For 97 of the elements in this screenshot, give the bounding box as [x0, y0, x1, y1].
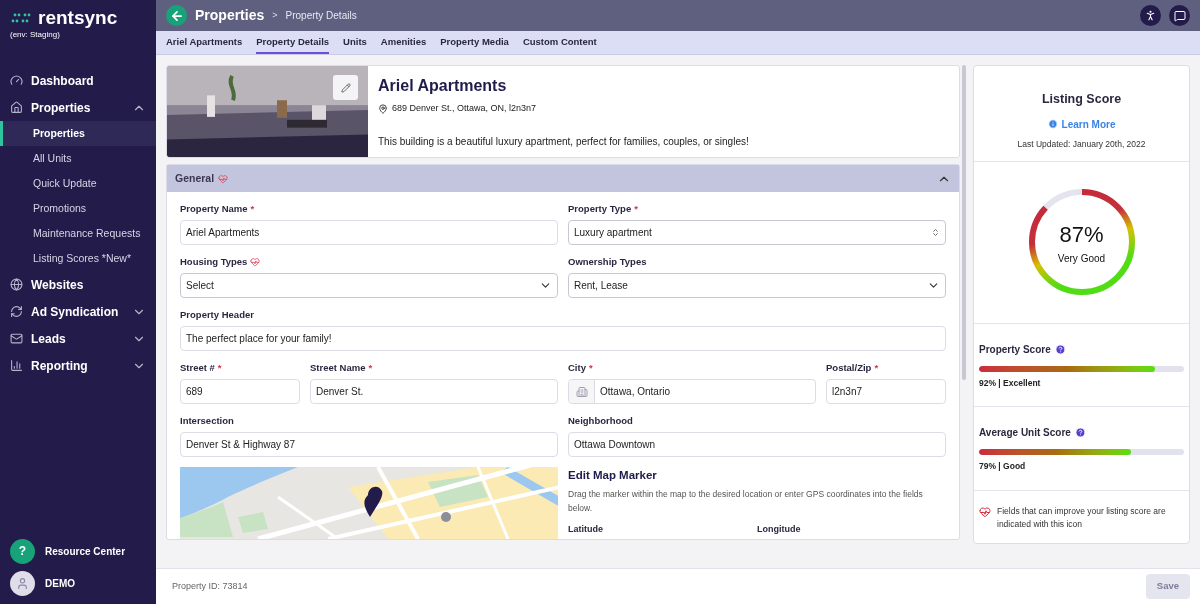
- score-percent: 87%: [1059, 221, 1104, 249]
- required-mark: *: [874, 360, 879, 375]
- logo-text: rentsync: [38, 8, 118, 28]
- field-label: Housing Types: [180, 254, 248, 269]
- section-header[interactable]: General: [167, 165, 959, 192]
- breadcrumb: Property Details: [285, 9, 357, 23]
- nav-subitem[interactable]: Listing Scores *New*: [0, 246, 156, 271]
- breadcrumb-separator: >: [272, 8, 278, 22]
- nav-item[interactable]: Dashboard: [0, 67, 156, 94]
- field-label: Longitude: [757, 523, 802, 537]
- field-label: Property Name: [180, 201, 248, 216]
- metric-title: Property Score: [979, 342, 1051, 357]
- help-icon[interactable]: [1054, 343, 1066, 355]
- metric-title: Average Unit Score: [979, 426, 1071, 441]
- heart-pulse-icon: [218, 173, 229, 184]
- city-field[interactable]: Ottawa, Ontario: [568, 379, 816, 404]
- heart-pulse-icon: [979, 506, 991, 518]
- help-icon[interactable]: [1074, 427, 1086, 439]
- tab[interactable]: Units: [343, 32, 367, 54]
- accessibility-button[interactable]: [1140, 5, 1161, 26]
- nav-item[interactable]: Ad Syndication: [0, 298, 156, 325]
- text-field[interactable]: Ariel Apartments: [180, 220, 558, 245]
- field-label: City: [568, 360, 586, 375]
- nav-subitem[interactable]: All Units: [0, 146, 156, 171]
- envelope-icon: [10, 332, 23, 345]
- field-label: Neighborhood: [568, 413, 633, 428]
- field-label: Property Header: [180, 307, 254, 322]
- nav-subitem[interactable]: Promotions: [0, 196, 156, 221]
- user-menu[interactable]: DEMO: [0, 566, 156, 600]
- tab[interactable]: Custom Content: [522, 32, 597, 54]
- text-field[interactable]: Ottawa Downtown: [568, 432, 946, 457]
- last-updated-text: Last Updated: January 20th, 2022: [1017, 137, 1146, 151]
- dropdown-field[interactable]: Rent, Lease: [568, 273, 946, 298]
- up-down-icon: [931, 228, 940, 237]
- scrollbar[interactable]: [962, 65, 966, 380]
- back-button[interactable]: [166, 5, 187, 26]
- required-mark: *: [634, 201, 638, 216]
- info-icon: [1047, 119, 1058, 130]
- metric-reading: 92% | Excellent: [979, 376, 1042, 390]
- user-icon: [16, 576, 29, 590]
- accessibility-icon: [1144, 9, 1157, 22]
- location-pin-icon: [378, 103, 388, 114]
- heart-pulse-icon: [250, 257, 261, 267]
- text-field[interactable]: Denver St.: [310, 379, 558, 404]
- property-description: This building is a beautiful luxury apartment, perfect for families, couples, or singles!: [378, 134, 749, 149]
- required-mark: *: [217, 360, 222, 375]
- required-mark: *: [368, 360, 373, 375]
- property-name: Ariel Apartments: [378, 76, 508, 96]
- field-label: Street #: [180, 360, 215, 375]
- text-field[interactable]: 689: [180, 379, 300, 404]
- page-title: Properties: [195, 6, 265, 25]
- field-label: Property Type: [568, 201, 632, 216]
- tab[interactable]: Property Media: [440, 32, 509, 54]
- field-label: Postal/Zip: [826, 360, 872, 375]
- text-field[interactable]: Denver St & Highway 87: [180, 432, 558, 457]
- nav-item[interactable]: Websites: [0, 271, 156, 298]
- gauge-icon: [10, 74, 23, 87]
- bar-chart-icon: [10, 359, 23, 372]
- arrow-left-icon: [169, 8, 184, 23]
- type-picker[interactable]: Luxury apartment: [568, 220, 946, 245]
- tab[interactable]: Amenities: [380, 32, 427, 54]
- listing-score-title: Listing Score: [1041, 91, 1122, 108]
- globe-icon: [10, 278, 23, 291]
- map-marker-hint: Drag the marker within the map to the desired location or enter GPS coordinates into the fields below.: [568, 488, 924, 516]
- score-rating: Very Good: [1057, 252, 1106, 266]
- required-mark: *: [250, 201, 255, 216]
- nav-subitem[interactable]: Properties: [0, 121, 156, 146]
- message-icon: [1173, 9, 1186, 22]
- help-badge: ?: [10, 538, 35, 564]
- text-field[interactable]: l2n3n7: [826, 379, 946, 404]
- building-icon: [575, 385, 588, 398]
- property-id: Property ID: 73814: [172, 579, 249, 593]
- field-label: Latitude: [568, 523, 604, 537]
- pencil-icon: [340, 82, 351, 93]
- tab[interactable]: Ariel Apartments: [166, 32, 243, 54]
- feedback-button[interactable]: [1169, 5, 1190, 26]
- nav-subitem[interactable]: Maintenance Requests: [0, 221, 156, 246]
- metric-reading: 79% | Good: [979, 460, 1027, 473]
- field-label: Street Name: [310, 360, 366, 375]
- house-icon: [10, 101, 23, 114]
- text-field[interactable]: The perfect place for your family!: [180, 326, 946, 351]
- dropdown-field[interactable]: Select: [180, 273, 558, 298]
- refresh-icon: [10, 305, 23, 318]
- environment-label: (env: Staging): [10, 29, 61, 41]
- property-address: 689 Denver St., Ottawa, ON, l2n3n7: [392, 102, 537, 115]
- nav-item[interactable]: Leads: [0, 325, 156, 352]
- nav-item[interactable]: Properties: [0, 94, 156, 121]
- learn-more-link[interactable]: Learn More: [1047, 116, 1116, 132]
- tab[interactable]: Property Details: [256, 32, 330, 54]
- field-label: Intersection: [180, 413, 234, 428]
- nav-item[interactable]: Reporting: [0, 352, 156, 379]
- field-label: Ownership Types: [568, 254, 647, 269]
- required-mark: *: [588, 360, 593, 375]
- listing-score-note: Fields that can improve your listing score are indicated with this icon: [997, 505, 1167, 531]
- resource-center-link[interactable]: ? Resource Center: [0, 536, 156, 566]
- map-marker-title: Edit Map Marker: [568, 468, 658, 483]
- nav-subitem[interactable]: Quick Update: [0, 171, 156, 196]
